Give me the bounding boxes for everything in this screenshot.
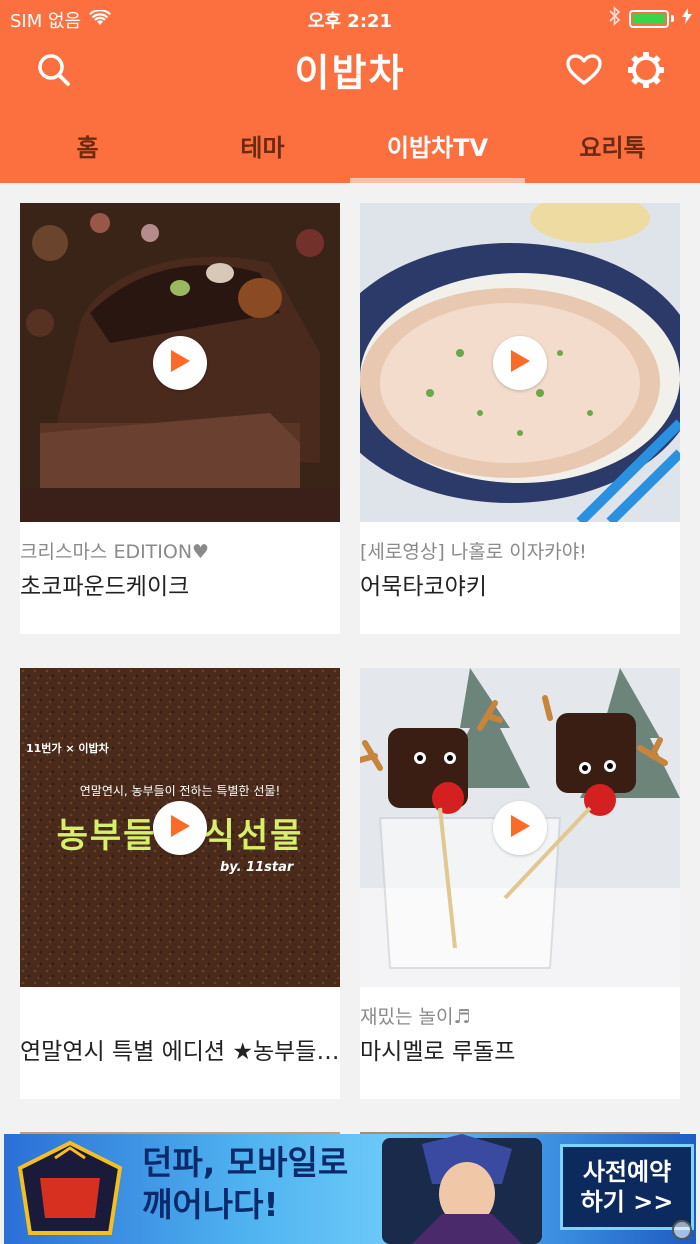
navigation-bar: 이밥차 xyxy=(0,36,700,108)
tab-cooking-talk[interactable]: 요리톡 xyxy=(525,108,700,183)
card-title: 어묵타코야키 xyxy=(360,574,487,600)
ad-headline: 던파, 모바일로 깨어나다! xyxy=(142,1142,348,1226)
charging-icon xyxy=(682,8,692,29)
play-icon xyxy=(169,814,191,842)
card-subtitle: 크리스마스 EDITION♥ xyxy=(20,541,210,563)
video-card[interactable]: 크리스마스 EDITION♥ 초코파운드케이크 xyxy=(20,203,340,634)
battery-icon xyxy=(629,9,669,28)
game-character-art xyxy=(382,1134,542,1244)
ad-preregister-button[interactable]: 사전예약 하기 >> xyxy=(560,1144,694,1230)
card-subtitle: [세로영상] 나홀로 이자카야! xyxy=(360,541,587,563)
clock: 오후 2:21 xyxy=(307,11,393,32)
ad-cta-line2: 하기 >> xyxy=(580,1188,674,1216)
play-icon xyxy=(509,349,531,377)
card-subtitle: 재밌는 놀이♬ xyxy=(360,1006,471,1028)
card-title: 마시멜로 루돌프 xyxy=(360,1039,516,1065)
video-thumbnail[interactable] xyxy=(20,203,340,522)
video-thumbnail[interactable]: 11번가 × 이밥차 연말연시, 농부들이 전하는 특별한 선물! 농부들의 식… xyxy=(20,668,340,987)
heart-icon xyxy=(566,54,602,90)
tab-ibapcha-tv[interactable]: 이밥차TV xyxy=(350,108,525,183)
promo-brand: 11번가 × 이밥차 xyxy=(26,742,109,755)
ad-info-icon[interactable] xyxy=(672,1220,692,1240)
tab-theme[interactable]: 테마 xyxy=(175,108,350,183)
ad-cta-line1: 사전예약 xyxy=(582,1158,672,1186)
ad-headline-line1: 던파, 모바일로 xyxy=(142,1143,349,1182)
card-title: 초코파운드케이크 xyxy=(20,574,190,600)
promo-tagline: 연말연시, 농부들이 전하는 특별한 선물! xyxy=(79,784,281,798)
bluetooth-icon xyxy=(609,6,621,31)
gear-icon xyxy=(627,51,665,93)
play-icon xyxy=(509,814,531,842)
settings-button[interactable] xyxy=(624,50,668,94)
video-card[interactable]: 11번가 × 이밥차 연말연시, 농부들이 전하는 특별한 선물! 농부들의 식… xyxy=(20,668,340,1099)
ad-banner[interactable]: 던파, 모바일로 깨어나다! 사전예약 하기 >> xyxy=(0,1134,700,1244)
play-button[interactable] xyxy=(493,336,547,390)
app-header: SIM 없음 오후 2:21 이밥차 홈 테마 이밥차TV 요리톡 xyxy=(0,0,700,183)
ad-content[interactable]: 던파, 모바일로 깨어나다! 사전예약 하기 >> xyxy=(4,1134,696,1244)
video-grid: 크리스마스 EDITION♥ 초코파운드케이크 [세로영상] 나홀로 이자카야!… xyxy=(0,183,700,1244)
favorites-button[interactable] xyxy=(562,50,606,94)
play-button[interactable] xyxy=(153,336,207,390)
tab-home[interactable]: 홈 xyxy=(0,108,175,183)
game-logo-icon xyxy=(17,1140,123,1235)
video-thumbnail[interactable] xyxy=(360,668,680,987)
card-title: 연말연시 특별 에디션 ★농부들이 전하는 특별한 선물 xyxy=(20,1039,340,1065)
status-bar: SIM 없음 오후 2:21 xyxy=(0,0,700,36)
video-thumbnail[interactable] xyxy=(360,203,680,522)
play-icon xyxy=(169,349,191,377)
play-button[interactable] xyxy=(493,801,547,855)
video-card[interactable]: 재밌는 놀이♬ 마시멜로 루돌프 xyxy=(360,668,680,1099)
ad-headline-line2: 깨어나다! xyxy=(142,1185,279,1224)
play-button[interactable] xyxy=(153,801,207,855)
promo-byline: by. 11star xyxy=(220,860,294,875)
video-card[interactable]: [세로영상] 나홀로 이자카야! 어묵타코야키 xyxy=(360,203,680,634)
tab-bar: 홈 테마 이밥차TV 요리톡 xyxy=(0,108,700,183)
